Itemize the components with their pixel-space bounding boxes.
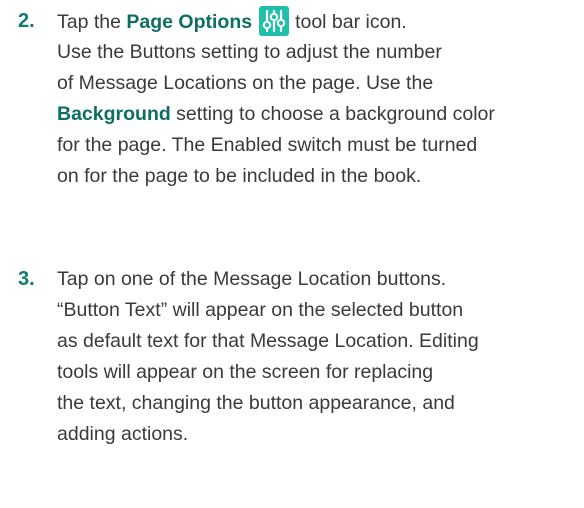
text-background-setting: setting to choose a background color — [170, 103, 495, 125]
step-2-line-2: Use the Buttons setting to adjust the nu… — [57, 41, 442, 63]
step-2-line-1: Tap the Page Options tool bar icon. — [57, 6, 581, 37]
background-label: Background — [57, 103, 171, 125]
step-2-line-3: of Message Locations on the page. Use th… — [57, 72, 434, 94]
step-3-line-4: tools will appear on the screen for repl… — [57, 361, 434, 383]
step-number: 3. — [18, 268, 35, 290]
step-2-line-5: for the page. The Enabled switch must be… — [57, 134, 478, 156]
step-3-line-5: the text, changing the button appearance… — [57, 392, 455, 414]
page-options-sliders-icon — [259, 6, 290, 36]
text-tool-bar-icon: tool bar icon. — [295, 11, 407, 33]
step-number: 2. — [18, 10, 35, 32]
step-3-text: Tap on one of the Message Location butto… — [57, 264, 581, 450]
step-2-line-6: on for the page to be included in the bo… — [57, 165, 422, 187]
step-3-line-6: adding actions. — [57, 423, 189, 445]
step-2-line-4: Background setting to choose a backgroun… — [57, 99, 581, 130]
step-3-line-2: “Button Text” will appear on the selecte… — [57, 299, 464, 321]
step-2-text: Tap the Page Options tool bar icon. Use … — [57, 6, 581, 192]
step-3-line-3: as default text for that Message Locatio… — [57, 330, 479, 352]
page-options-label: Page Options — [126, 11, 253, 33]
step-3-line-1: Tap on one of the Message Location butto… — [57, 268, 447, 290]
text-tap-the: Tap the — [57, 11, 127, 33]
